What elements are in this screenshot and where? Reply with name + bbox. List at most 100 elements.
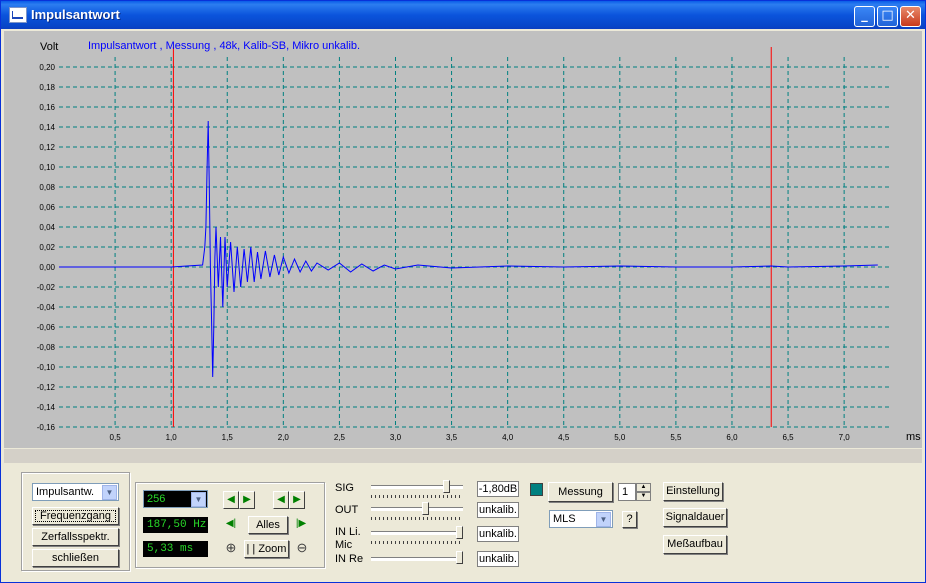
x-tick-label: 6,5 xyxy=(782,433,794,442)
x-tick-label: 7,0 xyxy=(839,433,851,442)
x-tick-label: 3,0 xyxy=(390,433,402,442)
y-tick-label: 0,00 xyxy=(39,263,55,272)
y-tick-label: -0,06 xyxy=(37,323,56,332)
x-tick-label: 1,5 xyxy=(222,433,234,442)
sig-value: -1,80dB xyxy=(477,481,519,497)
go-end-icon[interactable]: |▶ xyxy=(293,516,309,534)
y-tick-label: 0,12 xyxy=(39,143,55,152)
x-tick-label: 3,5 xyxy=(446,433,458,442)
chevron-down-icon: ▼ xyxy=(191,492,206,507)
sig-slider-ticks xyxy=(371,495,463,498)
y-tick-label: -0,08 xyxy=(37,343,56,352)
title-bar[interactable]: Impulsantwort _ □ ✕ xyxy=(1,1,925,29)
measure-button[interactable]: Messung xyxy=(548,482,613,502)
main-window: Impulsantwort _ □ ✕ 0,5 1,0 1,5 2,0 2,5 3,0 3,… xyxy=(0,0,926,583)
x-tick-label: 1,0 xyxy=(166,433,178,442)
measurement-setup-button[interactable]: Meßaufbau xyxy=(663,535,727,554)
close-button[interactable]: ✕ xyxy=(900,6,921,27)
plot-area[interactable]: 0,5 1,0 1,5 2,0 2,5 3,0 3,5 4,0 4,5 5,0 5,5 6,0 6,5 7… xyxy=(4,31,922,448)
frequency-readout: 187,50 Hz xyxy=(143,517,208,533)
mode-select[interactable]: Impulsantw. ▼ xyxy=(32,483,119,501)
out-slider-track xyxy=(371,507,463,511)
y-tick-label: 0,20 xyxy=(39,63,55,72)
status-led-icon xyxy=(530,483,543,496)
y-tick-label: 0,04 xyxy=(39,223,55,232)
in-left-slider-thumb[interactable] xyxy=(456,526,463,539)
go-start-icon[interactable]: ◀| xyxy=(223,516,239,534)
minimize-button[interactable]: _ xyxy=(854,6,875,27)
points-select-value: 256 xyxy=(147,493,166,505)
sig-label: SIG xyxy=(335,482,354,494)
in-right-value: unkalib. xyxy=(477,551,519,567)
out-label: OUT xyxy=(335,504,359,516)
in-left-value: unkalib. xyxy=(477,526,519,542)
in-left-slider-ticks xyxy=(371,541,463,544)
time-readout: 5,33 ms xyxy=(143,541,208,557)
method-select-value: MLS xyxy=(553,513,576,525)
count-spinner[interactable]: ▲ ▼ xyxy=(636,483,651,501)
y-tick-label: 0,10 xyxy=(39,163,55,172)
control-strip xyxy=(4,449,922,463)
cursor-left-button[interactable]: ◀ xyxy=(273,491,289,509)
window-title: Impulsantwort xyxy=(31,7,120,22)
x-tick-label: 2,5 xyxy=(334,433,346,442)
y-tick-label: -0,02 xyxy=(37,283,56,292)
zoom-in-icon[interactable]: ⊕ xyxy=(222,539,240,557)
frequency-response-button[interactable]: Frequenzgang xyxy=(32,507,119,525)
app-icon xyxy=(9,7,27,23)
scroll-left-fast-button[interactable]: ◀ xyxy=(223,491,239,509)
x-tick-label: 0,5 xyxy=(110,433,122,442)
y-tick-label: 0,08 xyxy=(39,183,55,192)
zoom-button[interactable]: | | Zoom xyxy=(244,540,289,558)
close-window-button[interactable]: schließen xyxy=(32,549,119,567)
x-tick-label: 2,0 xyxy=(278,433,290,442)
cursor-right-button[interactable]: ▶ xyxy=(289,491,305,509)
x-tick-label: 5,0 xyxy=(614,433,626,442)
out-slider-ticks xyxy=(371,517,463,520)
y-tick-label: 0,16 xyxy=(39,103,55,112)
in-left-slider-track xyxy=(371,531,463,535)
impulse-response-series xyxy=(59,120,878,378)
x-axis-label: ms xyxy=(906,431,921,443)
count-field[interactable]: 1 xyxy=(618,483,636,501)
y-axis-label: Volt xyxy=(40,41,59,53)
spin-down-icon[interactable]: ▼ xyxy=(636,492,651,501)
maximize-button[interactable]: □ xyxy=(877,6,898,27)
in-right-slider-track xyxy=(371,557,463,561)
y-tick-label: 0,02 xyxy=(39,243,55,252)
in-right-label: IN Re xyxy=(335,553,364,565)
y-tick-label: 0,14 xyxy=(39,123,55,132)
mic-label: Mic xyxy=(335,539,353,551)
y-tick-label: -0,10 xyxy=(37,363,56,372)
out-value: unkalib. xyxy=(477,502,519,518)
points-select[interactable]: 256 ▼ xyxy=(143,490,208,508)
chevron-down-icon: ▼ xyxy=(102,485,117,500)
y-tick-label: -0,16 xyxy=(37,423,56,432)
help-button[interactable]: ? xyxy=(622,511,637,528)
x-tick-label: 5,5 xyxy=(670,433,682,442)
plot-title: Impulsantwort , Messung , 48k, Kalib-SB,… xyxy=(88,40,361,52)
sig-slider-thumb[interactable] xyxy=(443,480,451,493)
in-right-slider-thumb[interactable] xyxy=(456,551,463,564)
x-tick-label: 4,5 xyxy=(558,433,570,442)
zoom-out-icon[interactable]: ⊖ xyxy=(293,539,311,557)
y-tick-label: 0,06 xyxy=(39,203,55,212)
y-tick-label: -0,12 xyxy=(37,383,56,392)
out-slider-thumb[interactable] xyxy=(422,502,429,515)
decay-spectrum-button[interactable]: Zerfallsspektr. xyxy=(32,528,119,546)
chevron-down-icon: ▼ xyxy=(596,512,611,527)
settings-button[interactable]: Einstellung xyxy=(663,482,723,501)
x-tick-label: 6,0 xyxy=(726,433,738,442)
in-left-label: IN Li. xyxy=(335,526,361,538)
signal-duration-button[interactable]: Signaldauer xyxy=(663,508,727,527)
scroll-right-fast-button[interactable]: ▶ xyxy=(239,491,255,509)
mode-select-value: Impulsantw. xyxy=(36,486,95,498)
show-all-button[interactable]: Alles xyxy=(248,516,288,534)
y-tick-label: -0,14 xyxy=(37,403,56,412)
spin-up-icon[interactable]: ▲ xyxy=(636,483,651,492)
method-select[interactable]: MLS ▼ xyxy=(549,510,613,528)
x-tick-label: 4,0 xyxy=(502,433,514,442)
y-tick-label: -0,04 xyxy=(37,303,56,312)
impulse-chart: 0,5 1,0 1,5 2,0 2,5 3,0 3,5 4,0 4,5 5,0 5,5 6,0 6,5 7… xyxy=(37,47,889,442)
y-tick-label: 0,18 xyxy=(39,83,55,92)
